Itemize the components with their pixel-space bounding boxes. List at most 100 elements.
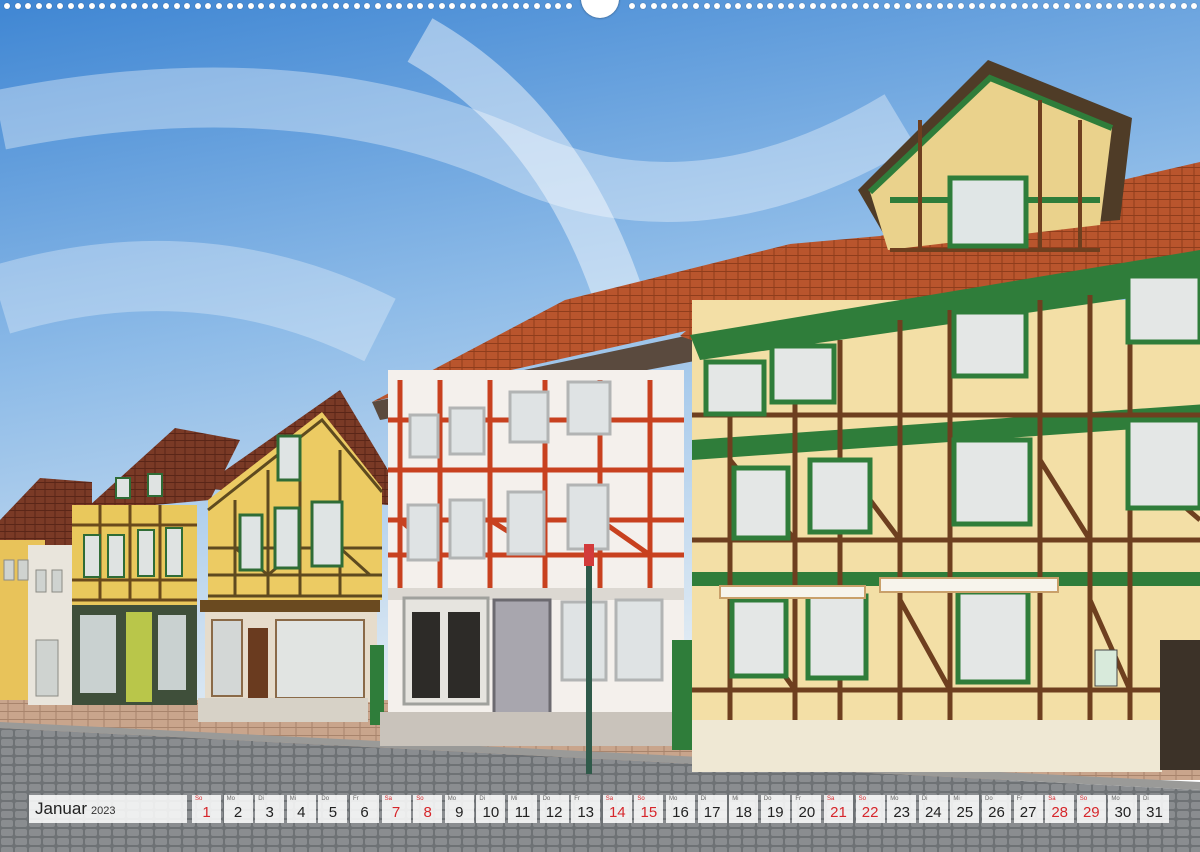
binding-hole [1000, 3, 1007, 9]
day-of-week: Mo [890, 796, 899, 802]
binding-hole [735, 3, 742, 9]
day-of-week: Sa [1048, 796, 1056, 802]
binding-hole [110, 3, 116, 9]
binding-hole [290, 3, 297, 9]
day-of-week: Mi [732, 796, 739, 802]
binding-hole [14, 3, 21, 9]
day-number: 10 [482, 804, 500, 821]
binding-hole [385, 3, 392, 9]
binding-hole [989, 3, 996, 9]
calendar-day: So 29 [1076, 795, 1106, 823]
day-of-week: So [195, 796, 203, 802]
calendar-day: So 22 [855, 795, 885, 823]
day-of-week: Do [321, 796, 330, 802]
calendar-day: Do 26 [982, 795, 1011, 823]
binding-hole [883, 3, 890, 9]
calendar-day: Mo 2 [223, 795, 253, 823]
day-number: 20 [798, 804, 816, 821]
binding-hole [35, 3, 42, 9]
binding-hole [799, 3, 805, 9]
binding-hole [237, 3, 244, 9]
calendar-day: So 8 [413, 795, 443, 823]
calendar-day: Sa 14 [602, 795, 632, 823]
day-of-week: Sa [605, 796, 614, 802]
calendar-day: So 1 [192, 795, 221, 823]
day-of-week: Fr [795, 796, 802, 802]
month-name: Januar [35, 799, 87, 818]
binding-hole [120, 3, 127, 9]
binding-hole [300, 3, 307, 9]
binding-hole [862, 3, 869, 9]
calendar-day: So 15 [634, 795, 664, 823]
day-of-week: Mo [669, 796, 678, 802]
calendar-day: Mo 30 [1108, 795, 1138, 823]
binding-hole [99, 3, 106, 9]
binding-hole [1042, 3, 1049, 9]
day-of-week: Do [763, 796, 772, 802]
day-number: 14 [608, 804, 626, 821]
day-of-week: Mo [226, 796, 235, 802]
day-of-week: Sa [384, 796, 392, 802]
day-of-week: So [637, 796, 645, 802]
binding-hole [555, 3, 562, 9]
binding-hole [438, 3, 445, 9]
binding-hole [417, 3, 424, 9]
binding-hole [820, 3, 827, 9]
day-of-week: Di [921, 796, 928, 802]
binding-hole [852, 3, 858, 9]
binding-hole [216, 3, 222, 9]
binding-hole [746, 3, 752, 9]
day-of-week: Di [479, 796, 486, 802]
binding-hole [788, 3, 795, 9]
day-number: 4 [297, 804, 306, 821]
binding-hole [830, 3, 837, 9]
binding-hole [311, 3, 318, 9]
binding-hole [173, 3, 180, 9]
day-number: 24 [924, 804, 942, 821]
day-number: 19 [766, 804, 784, 821]
binding-hole [481, 3, 487, 9]
binding-hole [247, 3, 254, 9]
calendar-day: Di 24 [918, 795, 948, 823]
day-number: 2 [233, 804, 243, 821]
binding-hole [152, 3, 159, 9]
binding-hole [502, 3, 509, 9]
day-of-week: So [1079, 796, 1088, 802]
day-of-week: Di [1143, 796, 1149, 802]
binding-hole [1074, 3, 1081, 9]
binding-hole [88, 3, 95, 9]
binding-hole [78, 3, 85, 9]
binding-hole [322, 3, 328, 9]
day-number: 1 [202, 804, 211, 821]
binding-hole [57, 3, 63, 9]
day-number: 11 [514, 804, 531, 821]
day-of-week: Fr [353, 796, 359, 802]
calendar-day: Di 31 [1140, 795, 1169, 823]
day-number: 9 [455, 804, 464, 821]
binding-hole [1180, 3, 1187, 9]
day-number: 12 [545, 804, 563, 821]
day-of-week: Mi [953, 796, 960, 802]
binding-hole [258, 3, 265, 9]
binding-hole [1138, 3, 1145, 9]
day-number: 3 [265, 804, 274, 821]
binding-hole [767, 3, 774, 9]
binding-hole [396, 3, 403, 9]
calendar-day: Fr 20 [792, 795, 822, 823]
binding-hole [958, 3, 964, 9]
day-number: 6 [360, 804, 369, 821]
binding-hole [406, 3, 413, 9]
binding-hole [661, 3, 668, 9]
binding-hole [724, 3, 731, 9]
day-number: 22 [861, 804, 879, 821]
binding-hole [512, 3, 519, 9]
binding-hole [1021, 3, 1028, 9]
day-number: 27 [1019, 804, 1037, 821]
day-number: 18 [735, 804, 753, 821]
day-number: 26 [988, 804, 1005, 821]
binding-hole [269, 3, 275, 9]
binding-hole [1117, 3, 1123, 9]
day-number: 21 [830, 804, 847, 821]
binding-hole [905, 3, 911, 9]
day-number: 28 [1051, 804, 1069, 821]
